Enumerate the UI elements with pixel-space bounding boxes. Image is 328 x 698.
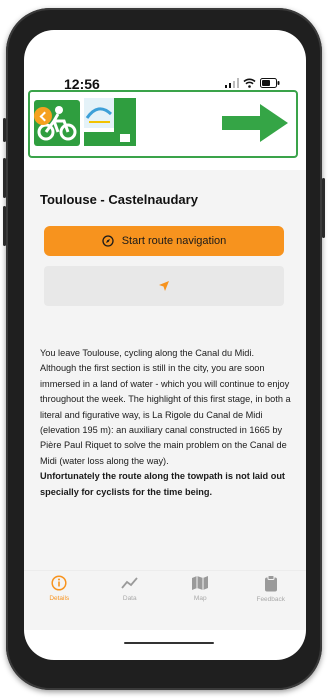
chart-icon — [121, 577, 138, 589]
status-icons — [225, 78, 280, 88]
description-bold-note: Unfortunately the route along the towpat… — [40, 471, 285, 497]
clipboard-icon — [264, 575, 277, 592]
bottom-tab-bar: Details Data Map Feedback — [24, 570, 306, 621]
tab-feedback[interactable]: Feedback — [236, 571, 307, 621]
info-icon — [51, 575, 67, 591]
tab-feedback-label: Feedback — [256, 596, 286, 603]
volume-down-button — [3, 206, 6, 246]
route-title: Toulouse - Castelnaudary — [40, 192, 198, 207]
battery-icon — [260, 78, 280, 88]
tab-details[interactable]: Details — [24, 571, 95, 621]
start-navigation-label: Start route navigation — [121, 235, 227, 247]
signal-icon — [225, 78, 239, 88]
region-logo-icon — [84, 98, 136, 146]
route-sign-header — [28, 90, 298, 158]
route-description: You leave Toulouse, cycling along the Ca… — [40, 346, 292, 500]
tab-data[interactable]: Data — [95, 571, 166, 621]
map-icon — [192, 576, 209, 590]
volume-up-button — [3, 158, 6, 198]
route-details-panel: Toulouse - Castelnaudary Start route nav… — [24, 170, 306, 630]
navigation-compass-icon — [102, 235, 114, 247]
tab-map[interactable]: Map — [165, 571, 236, 621]
tab-data-label: Data — [122, 595, 137, 602]
start-navigation-button[interactable]: Start route navigation — [44, 226, 284, 256]
home-indicator — [124, 642, 214, 644]
tab-details-label: Details — [49, 595, 70, 602]
description-paragraph: You leave Toulouse, cycling along the Ca… — [40, 348, 291, 466]
mute-switch — [3, 118, 6, 142]
phone-screen: 12:56 Toulouse - Castelnaudary Start rou… — [24, 30, 306, 660]
power-button — [322, 178, 325, 238]
direction-arrow-icon — [222, 104, 288, 142]
locate-button[interactable] — [44, 266, 284, 306]
back-button[interactable] — [34, 107, 52, 125]
wifi-icon — [243, 78, 256, 88]
tab-map-label: Map — [193, 595, 207, 602]
location-arrow-icon — [159, 281, 169, 291]
